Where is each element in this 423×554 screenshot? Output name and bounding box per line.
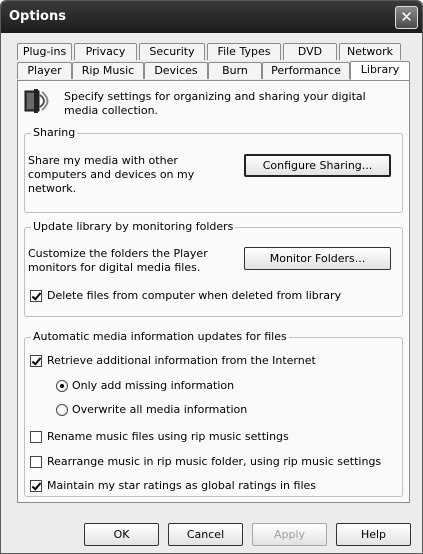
tab-privacy[interactable]: Privacy (74, 43, 137, 60)
monitor-folders-button[interactable]: Monitor Folders... (244, 247, 391, 270)
tab-plug-ins[interactable]: Plug-ins (17, 43, 72, 60)
sharing-group-title: Sharing (31, 126, 78, 139)
only-missing-label: Only add missing information (72, 379, 235, 392)
rename-files-checkbox[interactable] (30, 431, 42, 443)
retrieve-info-checkbox[interactable] (30, 355, 42, 367)
monitoring-group-title: Update library by monitoring folders (31, 220, 236, 233)
tab-file-types[interactable]: File Types (207, 43, 281, 60)
tab-player[interactable]: Player (17, 62, 72, 79)
library-icon (24, 87, 50, 115)
rearrange-music-label: Rearrange music in rip music folder, usi… (47, 455, 382, 468)
monitoring-group: Update library by monitoring folders Cus… (24, 220, 403, 317)
header-text: Specify settings for organizing and shar… (64, 90, 366, 117)
delete-files-checkbox[interactable] (30, 290, 42, 302)
help-button[interactable]: Help (336, 523, 411, 546)
tab-burn[interactable]: Burn (208, 62, 262, 79)
tab-library[interactable]: Library (350, 61, 410, 80)
auto-updates-group: Automatic media information updates for … (24, 330, 403, 497)
window-title: Options (9, 9, 66, 24)
star-ratings-label: Maintain my star ratings as global ratin… (47, 479, 317, 492)
close-button[interactable]: ✕ (395, 6, 418, 29)
auto-updates-group-title: Automatic media information updates for … (31, 330, 289, 343)
tab-network[interactable]: Network (339, 43, 401, 60)
rearrange-music-checkbox[interactable] (30, 456, 42, 468)
retrieve-info-label: Retrieve additional information from the… (47, 354, 316, 367)
apply-button[interactable]: Apply (252, 523, 327, 546)
overwrite-label: Overwrite all media information (72, 403, 248, 416)
tab-devices[interactable]: Devices (144, 62, 208, 79)
title-bar[interactable]: Options ✕ (1, 1, 422, 33)
close-icon: ✕ (400, 8, 413, 26)
library-panel: Specify settings for organizing and shar… (17, 80, 410, 503)
only-missing-radio[interactable] (56, 380, 68, 392)
monitoring-description: Customize the folders the Player monitor… (28, 247, 208, 274)
rename-files-label: Rename music files using rip music setti… (47, 430, 289, 443)
ok-button[interactable]: OK (84, 523, 159, 546)
tab-performance[interactable]: Performance (262, 62, 350, 79)
sharing-group: Sharing Share my media with other comput… (24, 126, 403, 213)
sharing-description: Share my media with other computers and … (28, 154, 195, 195)
cancel-button[interactable]: Cancel (168, 523, 243, 546)
options-dialog: Options ✕ Plug-ins Privacy Security File… (0, 0, 423, 554)
overwrite-radio[interactable] (56, 404, 68, 416)
tab-dvd[interactable]: DVD (283, 43, 337, 60)
tab-security[interactable]: Security (139, 43, 205, 60)
configure-sharing-button[interactable]: Configure Sharing... (244, 154, 391, 177)
delete-files-label: Delete files from computer when deleted … (47, 289, 342, 302)
tab-rip-music[interactable]: Rip Music (72, 62, 144, 79)
star-ratings-checkbox[interactable] (30, 480, 42, 492)
